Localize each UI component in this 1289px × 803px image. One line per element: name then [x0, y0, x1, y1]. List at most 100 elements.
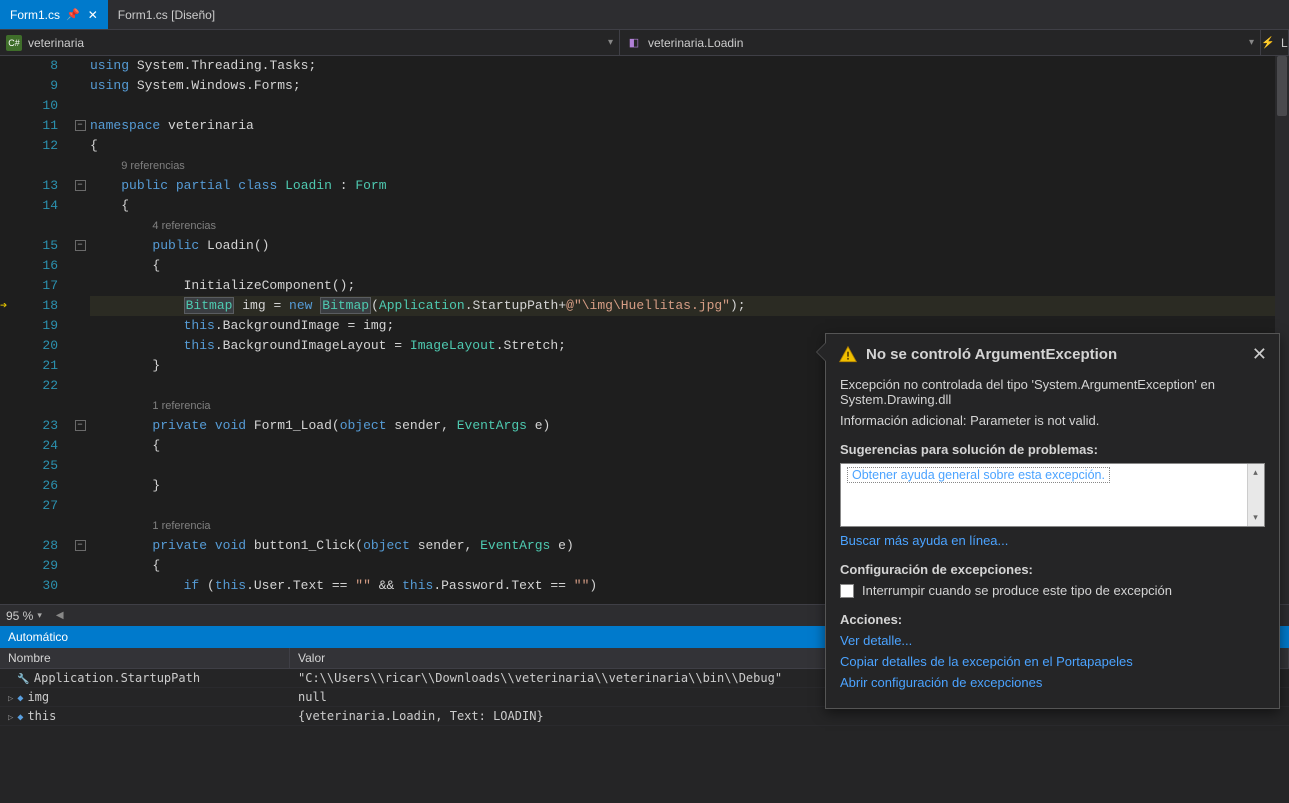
code-text[interactable]: using System.Threading.Tasks; — [90, 56, 1275, 76]
document-tabs: Form1.cs 📌 ✕ Form1.cs [Diseño] — [0, 0, 1289, 30]
fold-gutter — [70, 216, 90, 236]
code-text[interactable]: { — [90, 256, 1275, 276]
autos-name-cell: ▷◆img — [0, 688, 290, 706]
tab-label: Form1.cs — [10, 8, 60, 22]
code-line[interactable]: 9 referencias — [0, 156, 1275, 176]
action-copy-details[interactable]: Copiar detalles de la excepción en el Po… — [840, 654, 1133, 669]
code-line[interactable]: 11−namespace veterinaria — [0, 116, 1275, 136]
class-dropdown[interactable]: ◧ veterinaria.Loadin ▾ — [620, 30, 1261, 55]
line-number: 24 — [20, 436, 70, 456]
line-number: 13 — [20, 176, 70, 196]
code-line[interactable]: ➔ 18 Bitmap img = new Bitmap(Application.… — [0, 296, 1275, 316]
member-label: L — [1281, 36, 1288, 50]
expand-icon[interactable] — [8, 675, 13, 685]
code-line[interactable]: 12{ — [0, 136, 1275, 156]
fold-gutter — [70, 316, 90, 336]
fold-gutter[interactable]: − — [70, 236, 90, 256]
pin-icon[interactable]: 📌 — [66, 8, 80, 21]
action-open-config[interactable]: Abrir configuración de excepciones — [840, 675, 1042, 690]
checkbox-label: Interrumpir cuando se produce este tipo … — [862, 583, 1172, 598]
fold-gutter — [70, 356, 90, 376]
arrow-left-icon[interactable]: ◀ — [56, 610, 64, 621]
class-icon: ◧ — [626, 35, 642, 51]
fold-gutter — [70, 296, 90, 316]
autos-row[interactable]: ▷◆this{veterinaria.Loadin, Text: LOADIN} — [0, 707, 1289, 726]
close-icon[interactable]: ✕ — [88, 8, 98, 22]
line-number: 26 — [20, 476, 70, 496]
member-dropdown[interactable]: ⚡ L — [1261, 30, 1289, 55]
fold-toggle-icon[interactable]: − — [75, 180, 86, 191]
current-line-arrow-icon: ➔ — [0, 299, 7, 313]
tab-form1-cs[interactable]: Form1.cs 📌 ✕ — [0, 0, 108, 29]
fold-gutter[interactable]: − — [70, 176, 90, 196]
code-nav-bar: C# veterinaria ▾ ◧ veterinaria.Loadin ▾ … — [0, 30, 1289, 56]
line-number — [20, 156, 70, 176]
line-number: 18 — [20, 296, 70, 316]
project-dropdown[interactable]: C# veterinaria ▾ — [0, 30, 620, 55]
checkbox[interactable] — [840, 584, 854, 598]
code-text[interactable]: InitializeComponent(); — [90, 276, 1275, 296]
break-checkbox-row[interactable]: Interrumpir cuando se produce este tipo … — [840, 583, 1265, 598]
line-number: 15 — [20, 236, 70, 256]
code-text[interactable]: Bitmap img = new Bitmap(Application.Star… — [90, 296, 1275, 316]
exception-message: Excepción no controlada del tipo 'System… — [840, 377, 1265, 407]
fold-gutter[interactable]: − — [70, 116, 90, 136]
code-line[interactable]: 4 referencias — [0, 216, 1275, 236]
action-view-detail[interactable]: Ver detalle... — [840, 633, 912, 648]
more-help-link[interactable]: Buscar más ayuda en línea... — [840, 533, 1008, 548]
code-text[interactable] — [90, 96, 1275, 116]
line-number: 16 — [20, 256, 70, 276]
autos-name-cell: ▷◆this — [0, 707, 290, 725]
fold-toggle-icon[interactable]: − — [75, 120, 86, 131]
line-number: 11 — [20, 116, 70, 136]
fold-gutter — [70, 276, 90, 296]
code-line[interactable]: 17 InitializeComponent(); — [0, 276, 1275, 296]
code-line[interactable]: 16 { — [0, 256, 1275, 276]
chevron-down-icon[interactable]: ▾ — [37, 610, 42, 621]
expand-icon[interactable]: ▷ — [8, 694, 13, 704]
code-text[interactable]: public Loadin() — [90, 236, 1275, 256]
class-label: veterinaria.Loadin — [648, 36, 743, 50]
tab-form1-design[interactable]: Form1.cs [Diseño] — [108, 0, 225, 29]
fold-toggle-icon[interactable]: − — [75, 240, 86, 251]
fold-gutter — [70, 476, 90, 496]
code-line[interactable]: 9using System.Windows.Forms; — [0, 76, 1275, 96]
col-name[interactable]: Nombre — [0, 648, 290, 668]
scroll-up-icon[interactable]: ▴ — [1247, 464, 1264, 481]
code-text[interactable]: public partial class Loadin : Form — [90, 176, 1275, 196]
variable-icon: ◆ — [17, 712, 23, 723]
fold-gutter[interactable]: − — [70, 536, 90, 556]
exception-popup: No se controló ArgumentException ✕ Excep… — [825, 333, 1280, 709]
code-line[interactable]: 8using System.Threading.Tasks; — [0, 56, 1275, 76]
fold-toggle-icon[interactable]: − — [75, 540, 86, 551]
suggestion-link[interactable]: Obtener ayuda general sobre esta excepci… — [847, 467, 1110, 483]
code-text[interactable]: using System.Windows.Forms; — [90, 76, 1275, 96]
code-line[interactable]: 15− public Loadin() — [0, 236, 1275, 256]
callout-arrow — [816, 342, 826, 362]
line-number — [20, 396, 70, 416]
autos-name-cell: 🔧Application.StartupPath — [0, 669, 290, 687]
scroll-down-icon[interactable]: ▾ — [1247, 509, 1264, 526]
fold-gutter[interactable]: − — [70, 416, 90, 436]
fold-gutter — [70, 96, 90, 116]
fold-gutter — [70, 496, 90, 516]
code-text[interactable]: 9 referencias — [90, 156, 1275, 176]
zoom-value[interactable]: 95 % — [6, 609, 33, 623]
exception-title: No se controló ArgumentException — [866, 346, 1252, 363]
code-text[interactable]: namespace veterinaria — [90, 116, 1275, 136]
fold-gutter — [70, 136, 90, 156]
tab-label: Form1.cs [Diseño] — [118, 8, 215, 22]
code-text[interactable]: { — [90, 196, 1275, 216]
code-line[interactable]: 10 — [0, 96, 1275, 116]
expand-icon[interactable]: ▷ — [8, 713, 13, 723]
fold-gutter — [70, 56, 90, 76]
code-line[interactable]: 14 { — [0, 196, 1275, 216]
fold-toggle-icon[interactable]: − — [75, 420, 86, 431]
line-number: 10 — [20, 96, 70, 116]
code-text[interactable]: { — [90, 136, 1275, 156]
variable-icon: ◆ — [17, 693, 23, 704]
scrollbar[interactable]: ▴ ▾ — [1247, 464, 1264, 526]
close-button[interactable]: ✕ — [1252, 344, 1267, 365]
code-line[interactable]: 13− public partial class Loadin : Form — [0, 176, 1275, 196]
code-text[interactable]: 4 referencias — [90, 216, 1275, 236]
